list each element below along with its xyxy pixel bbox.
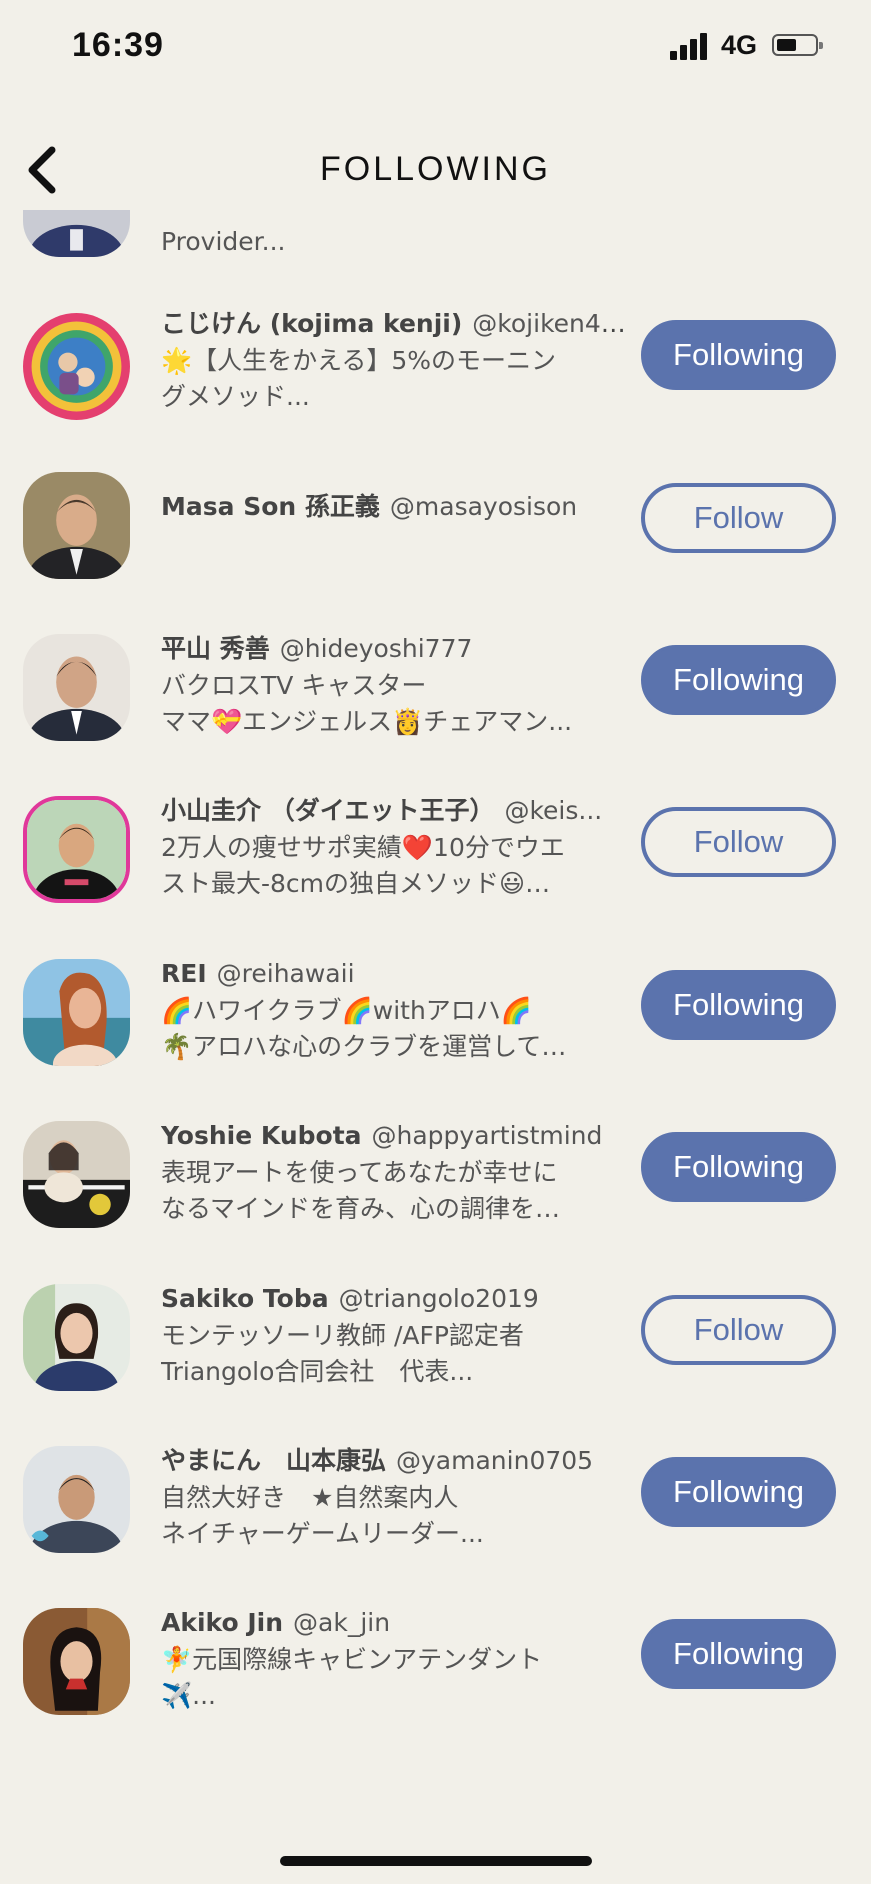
list-item[interactable]: こじけん (kojima kenji) @kojiken427 🌟【人生をかえる】… xyxy=(0,305,871,445)
signal-icon xyxy=(670,30,710,60)
list-item[interactable]: REI @reihawaii 🌈ハワイクラブ🌈withアロハ🌈 🌴アロハな心のクラ… xyxy=(0,955,871,1095)
avatar xyxy=(23,210,130,257)
user-handle: @kojiken427 xyxy=(472,309,627,338)
user-name: Sakiko Toba xyxy=(161,1284,329,1313)
list-item[interactable]: Akiko Jin @ak_jin 🧚元国際線キャビンアテンダント ✈️... F… xyxy=(0,1604,871,1730)
page-title: FOLLOWING xyxy=(319,150,552,188)
user-name: Masa Son 孫正義 xyxy=(161,492,380,521)
user-name-line: こじけん (kojima kenji) @kojiken427 xyxy=(161,305,627,343)
network-type: 4G xyxy=(721,30,758,60)
home-indicator[interactable] xyxy=(280,1856,592,1866)
battery-icon xyxy=(772,34,823,56)
following-button[interactable]: Following xyxy=(641,970,836,1040)
user-handle: @reihawaii xyxy=(216,959,355,988)
user-name-line: Masa Son 孫正義 @masayosison xyxy=(161,488,627,526)
follow-button[interactable]: Follow xyxy=(641,807,836,877)
user-bio: 🌴アロハな心のクラブを運営して… xyxy=(161,1032,567,1061)
user-name: REI xyxy=(161,959,207,988)
user-name-line: REI @reihawaii xyxy=(161,955,627,993)
list-item[interactable]: Provider... xyxy=(0,210,871,260)
user-name-line: 小山圭介 （ダイエット王子） @keis... xyxy=(161,792,627,830)
avatar[interactable] xyxy=(23,472,130,579)
user-bio: 🧚元国際線キャビンアテンダント xyxy=(161,1645,543,1674)
user-bio: 自然大好き ★自然案内人 xyxy=(161,1483,459,1512)
user-bio: Triangolo合同会社 代表... xyxy=(161,1357,474,1386)
user-handle: @yamanin0705 xyxy=(396,1446,594,1475)
avatar[interactable] xyxy=(23,1121,130,1228)
list-item[interactable]: 平山 秀善 @hideyoshi777 バクロスTV キャスター ママ💝エンジェル… xyxy=(0,630,871,770)
user-bio: グメソッド... xyxy=(161,382,310,411)
list-item[interactable]: Sakiko Toba @triangolo2019 モンテッソーリ教師 /AFP… xyxy=(0,1280,871,1420)
avatar[interactable] xyxy=(23,796,130,903)
user-bio: モンテッソーリ教師 /AFP認定者 xyxy=(161,1321,524,1350)
user-bio: 2万人の痩せサポ実績❤️10分でウエ xyxy=(161,833,565,862)
following-button[interactable]: Following xyxy=(641,320,836,390)
user-name-line: 平山 秀善 @hideyoshi777 xyxy=(161,630,627,668)
user-handle: @happyartistmind xyxy=(371,1121,603,1150)
avatar[interactable] xyxy=(23,1284,130,1391)
user-bio: ✈️... xyxy=(161,1681,216,1710)
user-name: こじけん (kojima kenji) xyxy=(161,309,463,338)
user-handle: @triangolo2019 xyxy=(338,1284,539,1313)
avatar[interactable] xyxy=(23,634,130,741)
avatar[interactable] xyxy=(23,959,130,1066)
user-name: Akiko Jin xyxy=(161,1608,284,1637)
avatar[interactable] xyxy=(23,1446,130,1553)
user-name: 小山圭介 （ダイエット王子） xyxy=(161,796,495,825)
status-bar: 16:39 4G xyxy=(0,0,871,100)
nav-bar: FOLLOWING xyxy=(0,130,871,210)
follow-button[interactable]: Follow xyxy=(641,1295,836,1365)
user-bio: バクロスTV キャスター xyxy=(161,671,427,700)
avatar[interactable] xyxy=(23,313,130,420)
user-name-line: Akiko Jin @ak_jin xyxy=(161,1604,627,1642)
user-bio: 🌟【人生をかえる】5%のモーニン xyxy=(161,346,557,375)
user-handle: @ak_jin xyxy=(293,1608,391,1637)
follow-button[interactable]: Follow xyxy=(641,483,836,553)
list-item[interactable]: やまにん 山本康弘 @yamanin0705 自然大好き ★自然案内人 ネイチャー… xyxy=(0,1442,871,1582)
user-name: Yoshie Kubota xyxy=(161,1121,362,1150)
user-bio: Provider... xyxy=(161,227,286,256)
following-button[interactable]: Following xyxy=(641,1457,836,1527)
user-bio: スト最大-8cmの独自メソッド😃… xyxy=(161,869,551,898)
user-bio: なるマインドを育み、心の調律を… xyxy=(161,1194,561,1223)
avatar[interactable] xyxy=(23,1608,130,1715)
user-handle: @masayosison xyxy=(389,492,578,521)
user-bio: ネイチャーゲームリーダー... xyxy=(161,1519,484,1548)
user-bio: 表現アートを使ってあなたが幸せに xyxy=(161,1158,558,1187)
list-item[interactable]: Yoshie Kubota @happyartistmind 表現アートを使ってあ… xyxy=(0,1117,871,1257)
user-handle: @keis... xyxy=(504,796,603,825)
user-handle: @hideyoshi777 xyxy=(279,634,473,663)
following-list: Provider... こじけん (kojima kenji) @kojiken4… xyxy=(0,210,871,1730)
user-name-line: Yoshie Kubota @happyartistmind xyxy=(161,1117,627,1155)
user-name-line: Sakiko Toba @triangolo2019 xyxy=(161,1280,627,1318)
user-name: やまにん 山本康弘 xyxy=(161,1446,387,1475)
user-bio: 🌈ハワイクラブ🌈withアロハ🌈 xyxy=(161,996,532,1025)
user-name-line: やまにん 山本康弘 @yamanin0705 xyxy=(161,1442,627,1480)
following-button[interactable]: Following xyxy=(641,645,836,715)
following-button[interactable]: Following xyxy=(641,1619,836,1689)
user-name: 平山 秀善 xyxy=(161,634,270,663)
following-button[interactable]: Following xyxy=(641,1132,836,1202)
list-item[interactable]: 小山圭介 （ダイエット王子） @keis... 2万人の痩せサポ実績❤️10分でウ… xyxy=(0,792,871,932)
status-time: 16:39 xyxy=(72,26,164,64)
user-bio: ママ💝エンジェルス👸チェアマン... xyxy=(161,707,573,736)
list-item[interactable]: Masa Son 孫正義 @masayosison Follow xyxy=(0,468,871,608)
